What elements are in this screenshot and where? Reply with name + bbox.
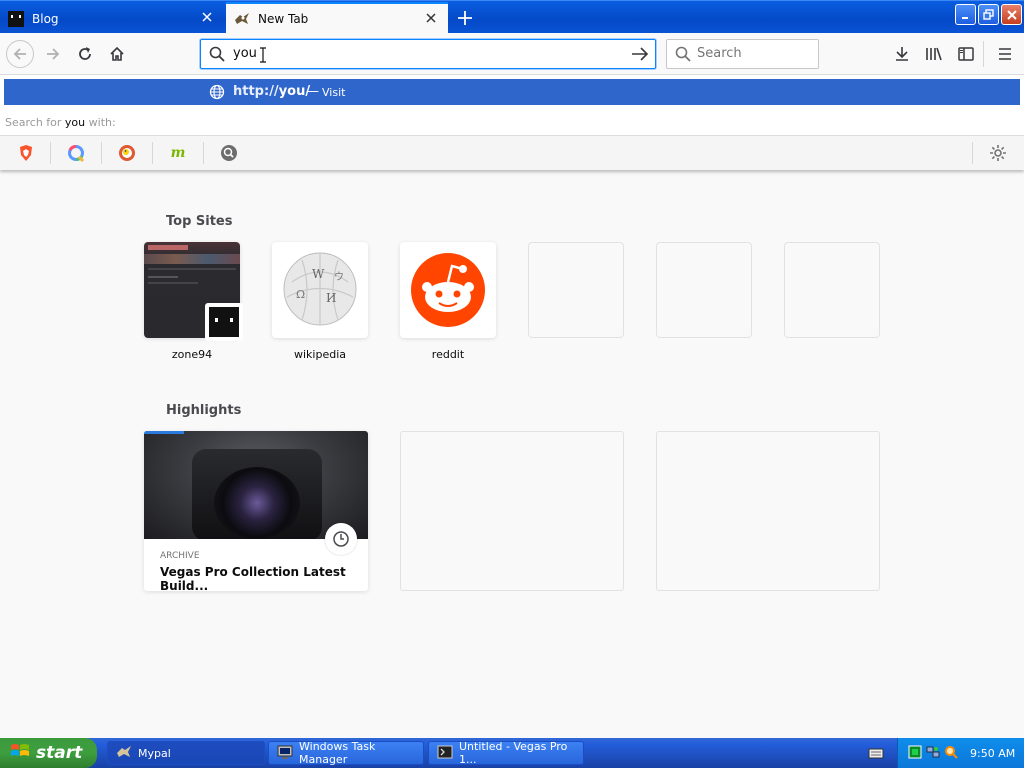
network-icon[interactable] — [926, 745, 940, 762]
downloads-button[interactable] — [889, 41, 915, 67]
top-site-label: reddit — [431, 348, 465, 361]
text-cursor-icon — [259, 47, 267, 66]
tab-blog[interactable]: Blog — [0, 3, 224, 34]
empty-top-site-tile[interactable] — [656, 242, 752, 338]
blog-favicon-icon — [8, 10, 24, 27]
task-manager-icon — [277, 745, 293, 762]
top-site-label: zone94 — [171, 348, 213, 361]
highlight-category: ARCHIVE — [160, 551, 200, 561]
zone94-favicon-icon — [205, 303, 243, 341]
windows-taskbar: start Mypal Windows Task Manager Untitle… — [0, 738, 1024, 768]
start-label: start — [36, 743, 83, 763]
url-suggestion-dropdown: http://you/ — Visit Search for you with:… — [0, 75, 1024, 170]
engine-divider — [50, 142, 51, 164]
windows-logo-icon — [10, 742, 30, 765]
reload-button[interactable] — [72, 41, 98, 67]
toolbar-divider — [983, 41, 984, 67]
tab-strip: Blog New Tab — [0, 0, 1024, 34]
search-for-prefix: Search for — [5, 116, 65, 129]
vegas-pro-icon — [437, 745, 453, 762]
top-site-tile[interactable]: W Ω И ウ — [272, 242, 368, 338]
engine-divider — [203, 142, 204, 164]
svg-text:И: И — [326, 291, 336, 305]
gear-icon[interactable] — [987, 142, 1009, 164]
search-tray-icon[interactable] — [944, 745, 958, 762]
url-input[interactable] — [233, 46, 613, 61]
keyboard-icon[interactable] — [868, 746, 884, 763]
globe-icon — [209, 84, 225, 103]
empty-top-site-tile[interactable] — [784, 242, 880, 338]
taskbar-item-vegas-pro[interactable]: Untitled - Vegas Pro 1... — [428, 740, 584, 766]
restore-button[interactable] — [978, 4, 999, 25]
reddit-logo-icon — [411, 253, 485, 327]
visit-suggestion-row[interactable]: http://you/ — Visit — [4, 79, 1020, 105]
engine-divider — [101, 142, 102, 164]
mypal-icon — [116, 745, 132, 762]
url-prefix: http:// — [233, 84, 279, 99]
library-button[interactable] — [921, 41, 947, 67]
navigation-toolbar — [0, 33, 1024, 75]
qwant-icon[interactable] — [65, 142, 87, 164]
svg-text:W: W — [312, 267, 325, 281]
menu-hamburger-icon[interactable] — [992, 41, 1018, 67]
tab-new-tab[interactable]: New Tab — [226, 2, 448, 34]
go-arrow-icon[interactable] — [631, 46, 649, 65]
suggestion-url: http://you/ — [233, 84, 310, 99]
highlight-title: Vegas Pro Collection Latest Build... — [160, 565, 346, 591]
start-button[interactable]: start — [0, 738, 97, 768]
duckduckgo-icon[interactable] — [116, 142, 138, 164]
search-for-label: Search for you with: — [5, 116, 116, 129]
system-tray: 9:50 AM — [897, 738, 1024, 768]
brave-icon[interactable] — [15, 142, 37, 164]
visit-action-label: Visit — [322, 86, 346, 99]
search-icon — [675, 46, 691, 65]
top-site-label: wikipedia — [293, 348, 346, 361]
highlights-heading: Highlights — [166, 403, 242, 418]
taskbar-item-label: Windows Task Manager — [299, 740, 376, 766]
search-box[interactable] — [666, 39, 819, 69]
search-input[interactable] — [697, 46, 812, 61]
top-sites-heading: Top Sites — [166, 214, 233, 229]
svg-text:ウ: ウ — [334, 271, 344, 283]
empty-highlight-card — [656, 431, 880, 591]
close-window-button[interactable] — [1001, 4, 1022, 25]
back-button[interactable] — [6, 40, 34, 68]
search-for-term: you — [64, 116, 86, 129]
taskbar-item-label: Mypal — [138, 746, 171, 760]
camera-thumbnail — [144, 431, 368, 539]
forward-button[interactable] — [40, 41, 66, 67]
top-site-tile[interactable] — [400, 242, 496, 338]
new-tab-button[interactable] — [454, 7, 476, 29]
suggestion-separator: — — [306, 84, 319, 99]
mypal-favicon-icon — [234, 12, 250, 26]
taskbar-item-label: Untitled - Vegas Pro 1... — [459, 740, 568, 766]
sidebar-button[interactable] — [953, 41, 979, 67]
empty-top-site-tile[interactable] — [528, 242, 624, 338]
clock-icon — [325, 523, 357, 555]
taskbar-item-mypal[interactable]: Mypal — [107, 741, 265, 765]
top-site-tile[interactable] — [144, 242, 243, 341]
search-engine-icon[interactable] — [218, 142, 240, 164]
url-bar[interactable] — [200, 39, 656, 69]
close-tab-icon[interactable] — [200, 10, 214, 24]
search-for-suffix: with: — [85, 116, 116, 129]
engine-divider — [152, 142, 153, 164]
tray-app-icon[interactable] — [908, 745, 922, 762]
tab-title: New Tab — [258, 12, 309, 26]
minimize-button[interactable] — [955, 4, 976, 25]
clock: 9:50 AM — [970, 746, 1016, 760]
engine-divider — [972, 142, 973, 164]
wikipedia-logo-icon: W Ω И ウ — [283, 242, 357, 326]
close-tab-icon[interactable] — [424, 11, 438, 25]
highlight-card[interactable]: ARCHIVE Vegas Pro Collection Latest Buil… — [144, 431, 368, 591]
search-engine-bar: m — [0, 135, 1024, 170]
empty-highlight-card — [400, 431, 624, 591]
tab-title: Blog — [32, 11, 59, 26]
home-button[interactable] — [104, 41, 130, 67]
svg-text:Ω: Ω — [296, 288, 305, 301]
taskbar-item-task-manager[interactable]: Windows Task Manager — [268, 740, 424, 766]
mojeek-icon[interactable]: m — [167, 142, 189, 164]
search-icon — [209, 46, 225, 65]
